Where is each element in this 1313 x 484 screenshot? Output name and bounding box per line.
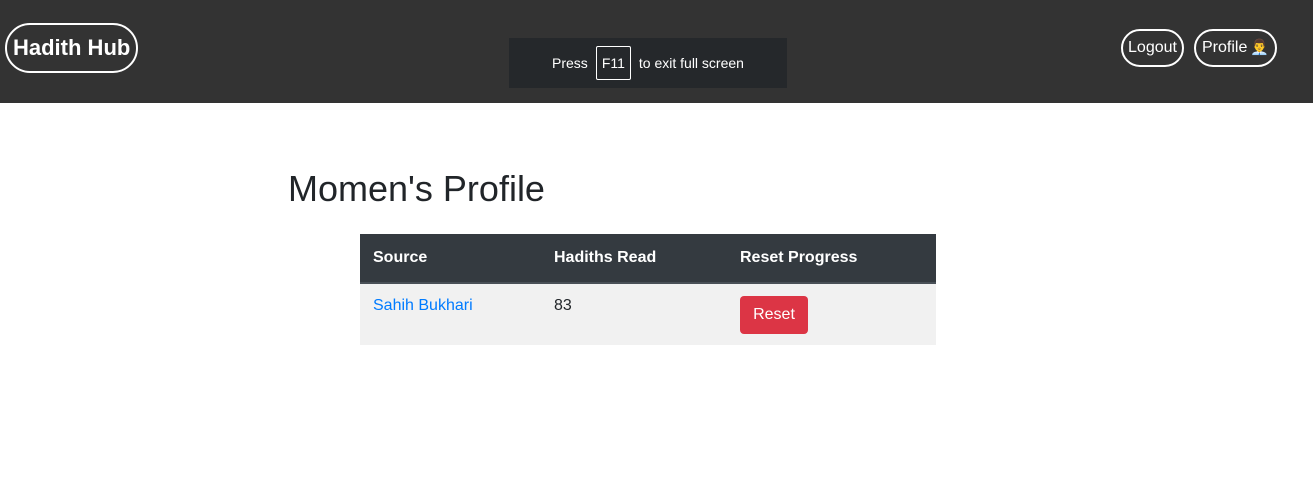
progress-table: Source Hadiths Read Reset Progress Sahih… (360, 234, 936, 345)
column-header-hadiths-read: Hadiths Read (541, 234, 727, 284)
brand-logo[interactable]: Hadith Hub (5, 23, 139, 73)
page-title: Momen's Profile (288, 168, 545, 209)
table-row: Sahih Bukhari 83 Reset (360, 283, 936, 345)
column-header-source: Source (360, 234, 541, 284)
businessman-emoji-icon: 👨‍💼 (1250, 39, 1270, 56)
profile-button-label: Profile (1202, 39, 1248, 56)
table-header-row: Source Hadiths Read Reset Progress (360, 234, 936, 284)
logout-button[interactable]: Logout (1121, 29, 1184, 67)
fullscreen-notice-prefix: Press (552, 55, 588, 71)
f11-key-badge: F11 (595, 46, 631, 80)
profile-button[interactable]: Profile 👨‍💼 (1194, 29, 1278, 67)
source-cell: Sahih Bukhari (360, 283, 541, 345)
top-navbar: Hadith Hub Press F11 to exit full screen… (0, 0, 1313, 103)
column-header-reset-progress: Reset Progress (727, 234, 936, 284)
hadiths-read-count: 83 (541, 283, 727, 345)
reset-cell: Reset (727, 283, 936, 345)
fullscreen-notice-suffix: to exit full screen (638, 55, 744, 71)
source-link-sahih-bukhari[interactable]: Sahih Bukhari (373, 297, 473, 314)
reset-button[interactable]: Reset (740, 296, 808, 334)
fullscreen-notice: Press F11 to exit full screen (509, 38, 787, 88)
